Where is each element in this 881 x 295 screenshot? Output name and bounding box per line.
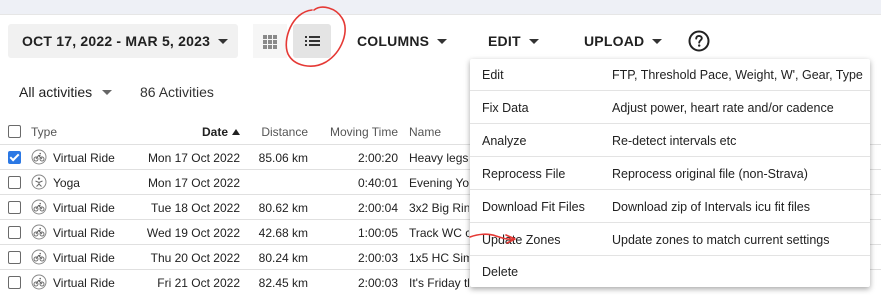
list-view-icon (305, 36, 320, 46)
grid-view-icon (263, 35, 277, 49)
row-name[interactable]: Evening Yog (409, 170, 469, 195)
header-distance[interactable]: Distance (245, 119, 308, 144)
menu-item-label: Edit (482, 68, 504, 82)
list-view-button[interactable] (293, 24, 331, 58)
menu-item-edit[interactable]: Edit FTP, Threshold Pace, Weight, W', Gea… (470, 59, 870, 91)
menu-item-delete[interactable]: Delete (470, 256, 870, 287)
row-moving-time: 2:00:03 (357, 250, 398, 265)
row-distance: 82.45 km (258, 275, 308, 290)
activity-filter-label: All activities (19, 84, 93, 100)
row-name[interactable]: Track WC c (409, 220, 469, 245)
date-range-button[interactable]: OCT 17, 2022 - MAR 5, 2023 (8, 24, 238, 58)
filter-bar: All activities 86 Activities (0, 78, 460, 108)
chevron-down-icon (528, 38, 539, 44)
row-moving-time: 1:00:05 (357, 225, 398, 240)
yoga-icon (31, 174, 47, 190)
row-name[interactable]: It's Friday th (409, 270, 469, 295)
menu-item-fix-data[interactable]: Fix Data Adjust power, heart rate and/or … (470, 91, 870, 124)
row-moving-time: 2:00:03 (357, 275, 398, 290)
menu-item-label: Delete (482, 264, 519, 279)
sort-ascending-icon (232, 128, 240, 135)
menu-item-description: Update zones to match current settings (612, 232, 830, 247)
row-date: Mon 17 Oct 2022 (147, 150, 240, 165)
chevron-down-icon (652, 38, 663, 44)
top-strip (0, 0, 881, 14)
row-name[interactable]: Heavy legs (409, 145, 469, 170)
row-distance: 42.68 km (258, 225, 308, 240)
columns-button[interactable]: COLUMNS (357, 24, 448, 58)
row-date: Thu 20 Oct 2022 (150, 250, 240, 265)
row-moving-time: 0:40:01 (357, 175, 398, 190)
row-name[interactable]: 3x2 Big Ring (409, 195, 469, 220)
menu-item-description: Download zip of Intervals icu fit files (612, 199, 811, 214)
row-checkbox[interactable] (8, 226, 21, 239)
row-date: Fri 21 Oct 2022 (157, 275, 240, 290)
header-date-label: Date (201, 124, 228, 139)
activity-count: 86 Activities (140, 84, 214, 100)
chevron-down-icon (102, 89, 113, 95)
row-checkbox[interactable] (8, 251, 21, 264)
menu-item-label: Download Fit Files (482, 199, 585, 214)
menu-item-label: Fix Data (482, 100, 529, 115)
row-date: Wed 19 Oct 2022 (146, 225, 240, 240)
row-date: Tue 18 Oct 2022 (151, 200, 240, 215)
row-checkbox[interactable] (8, 151, 21, 164)
edit-button[interactable]: EDIT (488, 24, 539, 58)
select-all-checkbox[interactable] (8, 125, 21, 138)
header-type[interactable]: Type (31, 119, 131, 144)
row-distance: 80.62 km (258, 200, 308, 215)
date-range-label: OCT 17, 2022 - MAR 5, 2023 (22, 33, 211, 49)
row-moving-time: 2:00:20 (357, 150, 398, 165)
row-checkbox[interactable] (8, 201, 21, 214)
menu-item-analyze[interactable]: Analyze Re-detect intervals etc (470, 124, 870, 157)
edit-dropdown-menu: Edit FTP, Threshold Pace, Weight, W', Gea… (470, 59, 870, 287)
menu-item-description: Re-detect intervals etc (612, 133, 737, 148)
bike-icon (31, 274, 47, 290)
row-distance (245, 170, 308, 195)
row-distance: 80.24 km (258, 250, 308, 265)
activity-filter-select[interactable]: All activities (19, 84, 113, 100)
edit-label: EDIT (488, 33, 521, 49)
row-moving-time: 2:00:04 (357, 200, 398, 215)
header-name[interactable]: Name (409, 119, 469, 144)
menu-item-description: FTP, Threshold Pace, Weight, W', Gear, T… (612, 68, 863, 82)
row-checkbox[interactable] (8, 276, 21, 289)
row-date: Mon 17 Oct 2022 (147, 175, 240, 190)
bike-icon (31, 149, 47, 165)
header-date[interactable]: Date (130, 119, 240, 144)
upload-label: UPLOAD (584, 33, 645, 49)
row-checkbox[interactable] (8, 176, 21, 189)
menu-item-label: Update Zones (482, 232, 561, 247)
bike-icon (31, 199, 47, 215)
upload-button[interactable]: UPLOAD (584, 24, 663, 58)
row-distance: 85.06 km (258, 150, 308, 165)
divider (0, 14, 881, 15)
help-icon[interactable] (688, 30, 710, 52)
menu-item-download-fit-files[interactable]: Download Fit Files Download zip of Interv… (470, 190, 870, 223)
bike-icon (31, 249, 47, 265)
menu-item-description: Adjust power, heart rate and/or cadence (612, 100, 834, 115)
columns-label: COLUMNS (357, 33, 430, 49)
menu-item-description: Reprocess original file (non-Strava) (612, 166, 808, 181)
menu-item-reprocess-file[interactable]: Reprocess File Reprocess original file (n… (470, 157, 870, 190)
row-name[interactable]: 1x5 HC Sim (409, 245, 469, 270)
menu-item-update-zones[interactable]: Update Zones Update zones to match curren… (470, 223, 870, 256)
header-moving-time[interactable]: Moving Time (318, 119, 398, 144)
chevron-down-icon (218, 38, 229, 44)
bike-icon (31, 224, 47, 240)
chevron-down-icon (437, 38, 448, 44)
grid-view-button[interactable] (253, 24, 287, 58)
menu-item-label: Reprocess File (482, 166, 566, 181)
menu-item-label: Analyze (482, 133, 527, 148)
